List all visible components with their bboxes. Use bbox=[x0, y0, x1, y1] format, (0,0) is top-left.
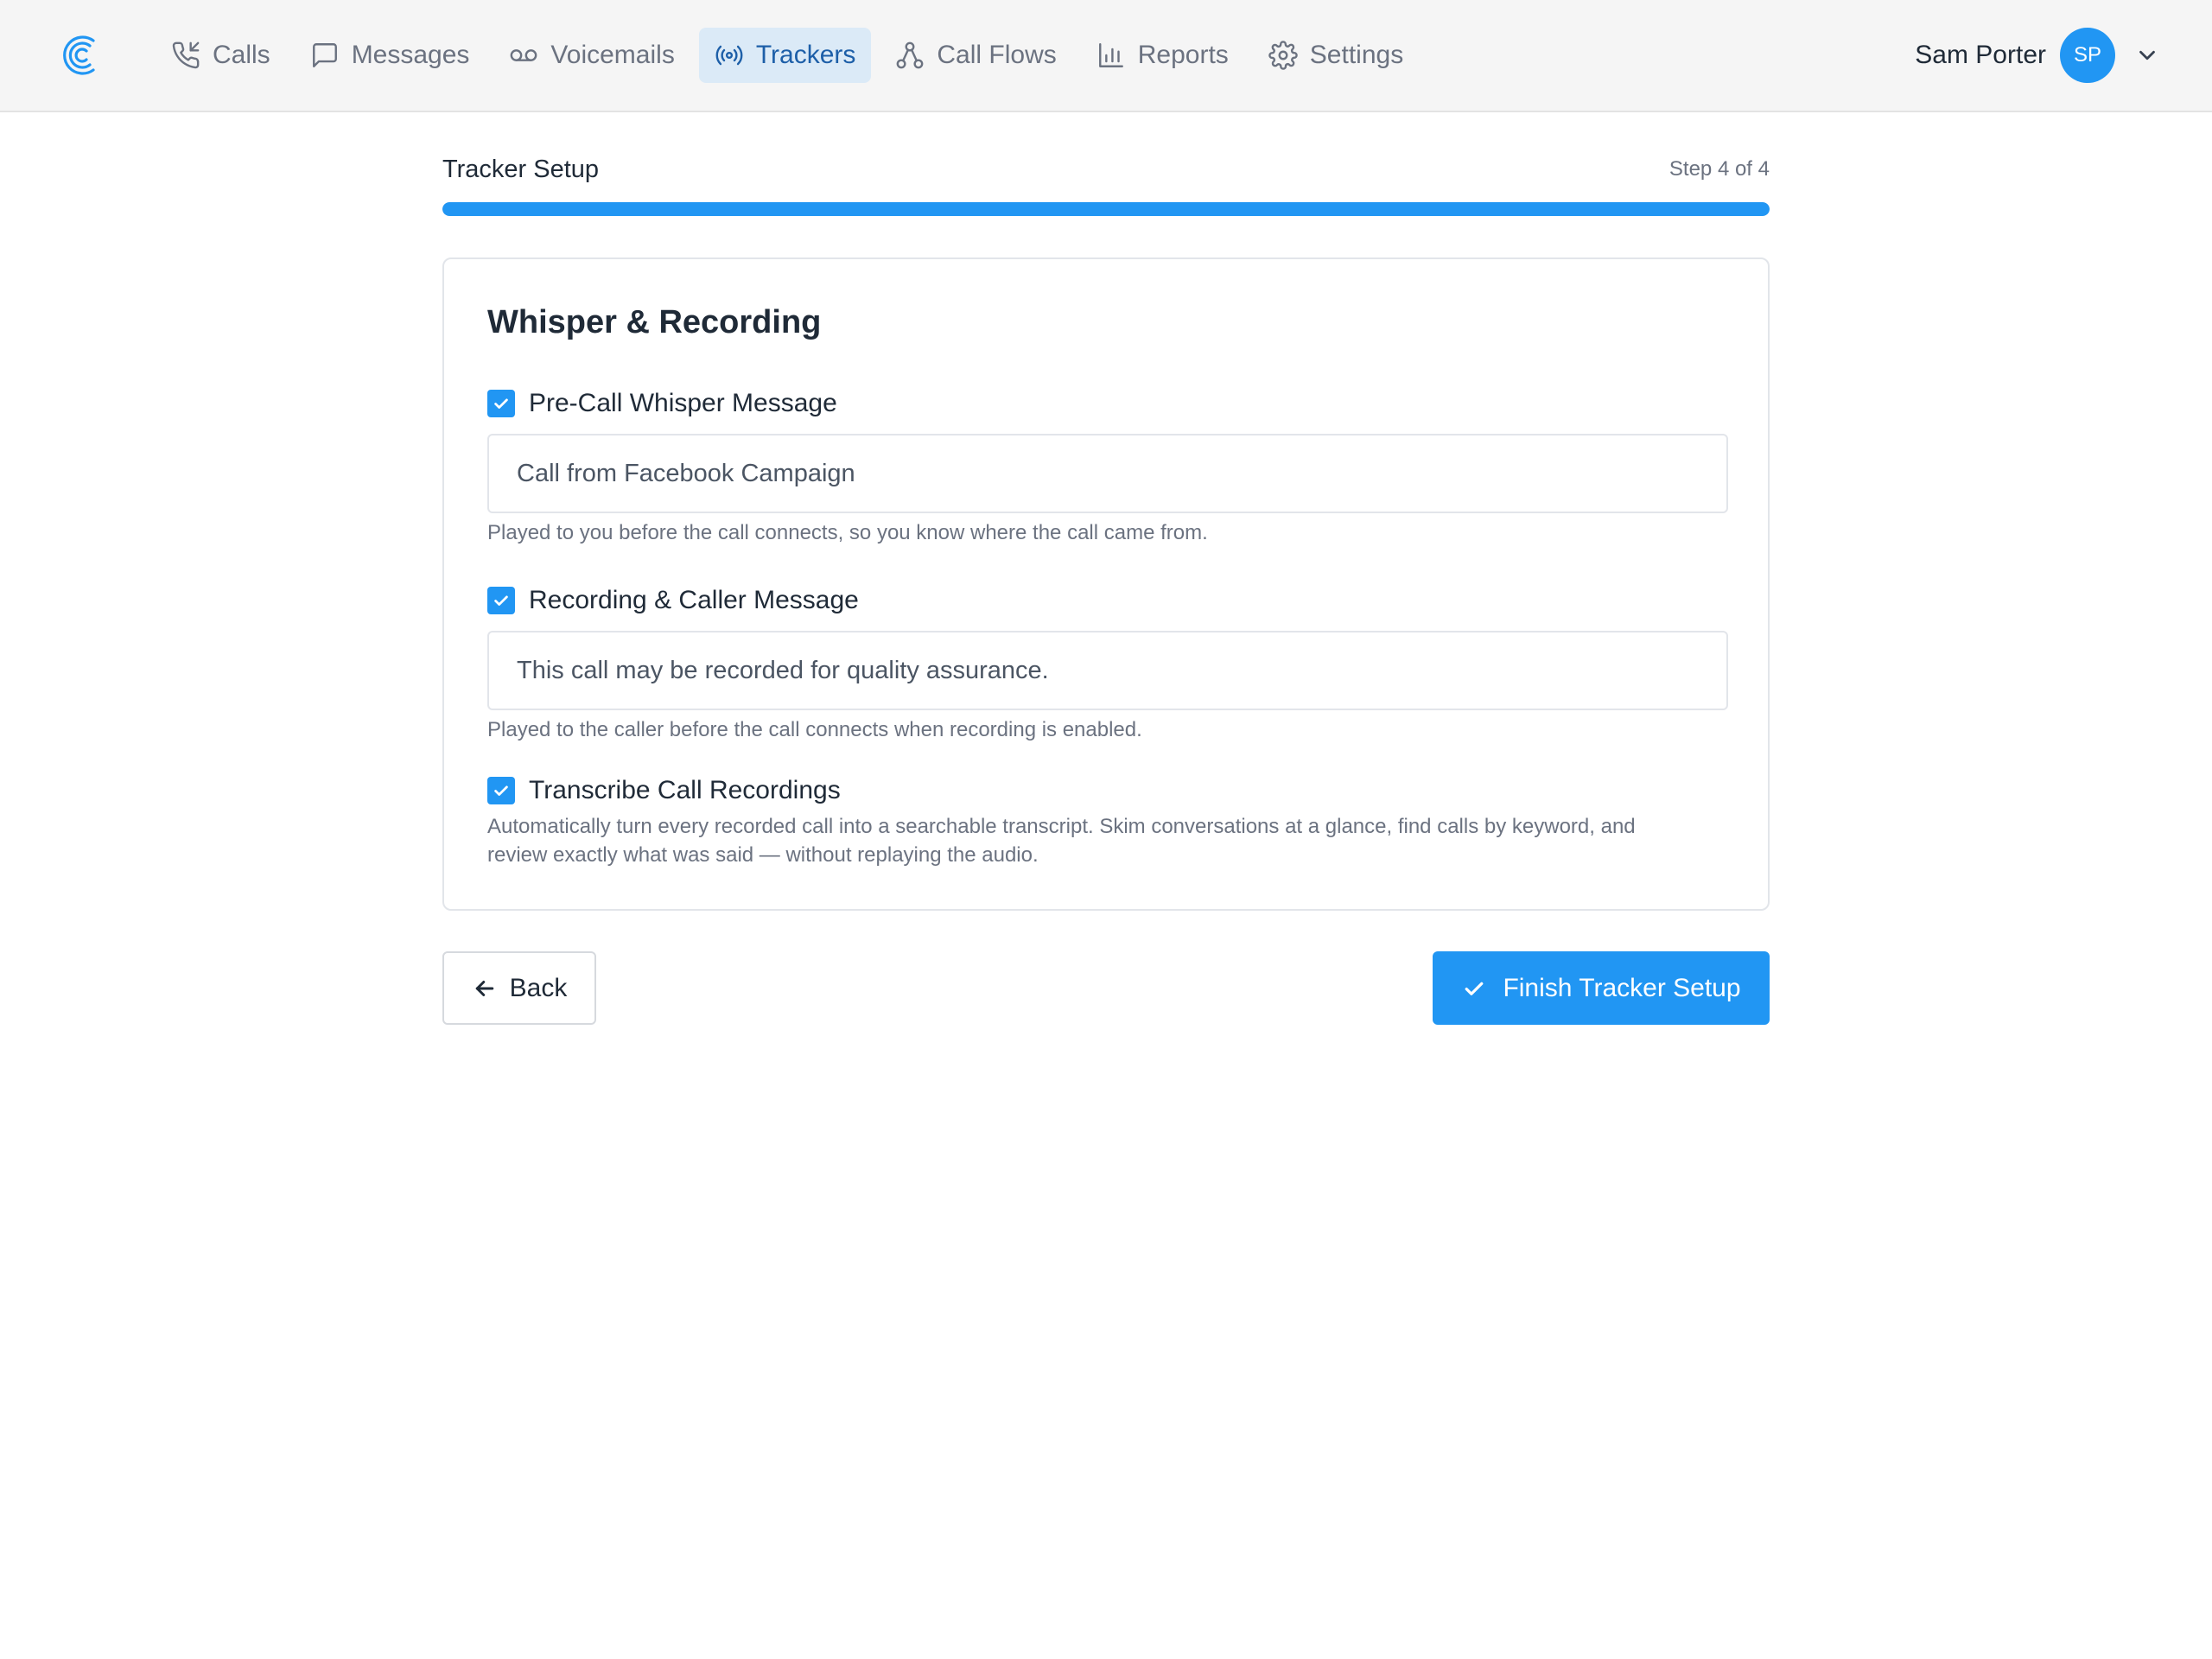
setup-title: Tracker Setup bbox=[442, 156, 600, 183]
whisper-checkbox[interactable] bbox=[487, 390, 515, 417]
nav-item-settings[interactable]: Settings bbox=[1253, 28, 1419, 83]
transcribe-help-line: review exactly what was said — without r… bbox=[487, 843, 1039, 867]
transcribe-label: Transcribe Call Recordings bbox=[529, 776, 841, 804]
recording-checkbox[interactable] bbox=[487, 587, 515, 614]
recording-checkbox-row[interactable]: Recording & Caller Message bbox=[487, 586, 859, 615]
progress-bar bbox=[442, 202, 1770, 216]
nav-item-label: Voicemails bbox=[550, 41, 675, 69]
nav-item-label: Reports bbox=[1137, 41, 1229, 69]
progress-fill bbox=[442, 202, 1770, 216]
nav-item-voicemails[interactable]: Voicemails bbox=[493, 28, 690, 83]
message-square-icon bbox=[312, 43, 337, 67]
bar-chart-icon bbox=[1098, 43, 1123, 67]
voicemail-icon bbox=[511, 49, 537, 61]
recording-label: Recording & Caller Message bbox=[529, 586, 859, 614]
recording-message-input[interactable] bbox=[487, 631, 1728, 710]
nav-item-label: Settings bbox=[1309, 41, 1404, 69]
whisper-label: Pre-Call Whisper Message bbox=[529, 389, 837, 417]
step-indicator: Step 4 of 4 bbox=[1669, 157, 1770, 181]
gear-icon bbox=[1268, 41, 1298, 70]
finish-button-label: Finish Tracker Setup bbox=[1503, 973, 1741, 1002]
recording-help-text: Played to the caller before the call con… bbox=[487, 718, 1142, 741]
transcribe-help-text: Automatically turn every recorded call i… bbox=[487, 812, 1636, 869]
top-navigation-bar: Calls Messages Voicemails Trackers Call … bbox=[0, 0, 2212, 112]
nav-item-calls[interactable]: Calls bbox=[156, 28, 286, 83]
check-icon bbox=[494, 595, 508, 606]
nav-item-reports[interactable]: Reports bbox=[1081, 28, 1244, 83]
arrow-left-icon bbox=[475, 980, 493, 996]
whisper-recording-card: Whisper & Recording Pre-Call Whisper Mes… bbox=[442, 257, 1770, 911]
nav-item-messages[interactable]: Messages bbox=[295, 28, 486, 83]
broadcast-icon bbox=[715, 45, 743, 66]
check-icon bbox=[1465, 982, 1484, 995]
whisper-help-text: Played to you before the call connects, … bbox=[487, 521, 1208, 544]
nav-item-trackers[interactable]: Trackers bbox=[698, 28, 872, 83]
card-title: Whisper & Recording bbox=[487, 304, 822, 340]
nav-item-label: Trackers bbox=[755, 41, 856, 69]
back-button-label: Back bbox=[509, 973, 568, 1002]
avatar[interactable]: SP bbox=[2060, 28, 2115, 83]
transcribe-checkbox[interactable] bbox=[487, 777, 515, 804]
flow-nodes-icon bbox=[897, 41, 924, 69]
nav-item-call-flows[interactable]: Call Flows bbox=[880, 28, 1071, 83]
whisper-checkbox-row[interactable]: Pre-Call Whisper Message bbox=[487, 389, 837, 418]
main-nav: Calls Messages Voicemails Trackers Call … bbox=[156, 28, 1427, 83]
whisper-message-input[interactable] bbox=[487, 434, 1728, 513]
transcribe-help-line: Automatically turn every recorded call i… bbox=[487, 815, 1636, 838]
phone-incoming-icon bbox=[172, 41, 200, 69]
nav-item-label: Messages bbox=[351, 41, 470, 69]
transcribe-checkbox-row[interactable]: Transcribe Call Recordings bbox=[487, 776, 841, 805]
check-icon bbox=[494, 398, 508, 409]
back-button[interactable]: Back bbox=[442, 951, 596, 1025]
setup-header: Tracker Setup Step 4 of 4 bbox=[442, 112, 1770, 207]
nav-item-label: Call Flows bbox=[937, 41, 1057, 69]
user-name: Sam Porter bbox=[1915, 41, 2046, 69]
nav-item-label: Calls bbox=[213, 41, 270, 69]
finish-tracker-setup-button[interactable]: Finish Tracker Setup bbox=[1433, 951, 1770, 1025]
check-icon bbox=[494, 785, 508, 796]
app-logo-icon[interactable] bbox=[60, 33, 100, 78]
user-menu[interactable]: Sam Porter SP bbox=[1915, 28, 2160, 83]
chevron-down-icon[interactable] bbox=[2134, 42, 2160, 68]
